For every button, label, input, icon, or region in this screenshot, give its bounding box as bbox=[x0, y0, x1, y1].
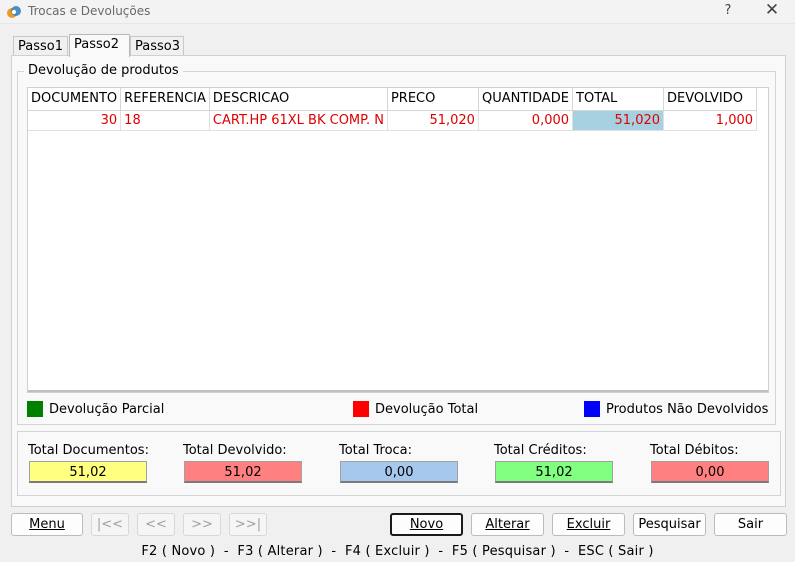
cell-devolvido[interactable]: 1,000 bbox=[663, 110, 758, 131]
col-header-preco[interactable]: PRECO bbox=[387, 88, 479, 111]
table-row[interactable]: 30 18 CART.HP 61XL BK COMP. N 51,020 0,0… bbox=[28, 110, 758, 131]
total-documentos-label: Total Documentos: bbox=[28, 443, 149, 458]
legend-label: Produtos Não Devolvidos bbox=[606, 402, 769, 417]
window-title: Trocas e Devoluções bbox=[28, 4, 151, 18]
tab-panel: Devolução de produtos DOCUMENTO REFERENC… bbox=[11, 55, 786, 507]
tab-passo3[interactable]: Passo3 bbox=[130, 36, 184, 56]
total-troca-value: 0,00 bbox=[340, 461, 458, 483]
app-logo-icon bbox=[7, 6, 21, 18]
sair-button[interactable]: Sair bbox=[714, 513, 787, 536]
menu-button[interactable]: Menu bbox=[11, 513, 83, 536]
col-header-descricao[interactable]: DESCRICAO bbox=[209, 88, 388, 111]
blue-swatch bbox=[584, 401, 600, 417]
alterar-button-label: Alterar bbox=[485, 517, 530, 532]
cell-documento[interactable]: 30 bbox=[28, 110, 122, 131]
cell-preco[interactable]: 51,020 bbox=[387, 110, 479, 131]
legend-label: Devolução Total bbox=[375, 402, 479, 417]
close-icon[interactable]: ✕ bbox=[762, 0, 782, 20]
cell-descricao[interactable]: CART.HP 61XL BK COMP. N bbox=[209, 110, 388, 131]
total-devolvido-value: 51,02 bbox=[184, 461, 302, 483]
totals-group: Total Documentos: 51,02 Total Devolvido:… bbox=[17, 431, 781, 496]
total-creditos-label: Total Créditos: bbox=[494, 443, 587, 458]
total-troca-label: Total Troca: bbox=[339, 443, 413, 458]
total-creditos-value: 51,02 bbox=[495, 461, 613, 483]
first-record-button[interactable]: |<< bbox=[91, 513, 129, 536]
menu-button-label: Menu bbox=[29, 517, 65, 532]
green-swatch bbox=[27, 401, 43, 417]
grid-bottom-edge bbox=[28, 390, 768, 392]
novo-button-label: Novo bbox=[409, 517, 444, 532]
excluir-button[interactable]: Excluir bbox=[552, 513, 625, 536]
devolucao-legend: Devolução de produtos bbox=[24, 63, 183, 78]
red-swatch bbox=[353, 401, 369, 417]
col-header-devolvido[interactable]: DEVOLVIDO bbox=[663, 88, 758, 111]
help-button[interactable]: ? bbox=[718, 3, 738, 18]
cell-referencia[interactable]: 18 bbox=[120, 110, 210, 131]
cell-quantidade[interactable]: 0,000 bbox=[478, 110, 574, 131]
col-header-quantidade[interactable]: QUANTIDADE bbox=[478, 88, 574, 111]
excluir-button-label: Excluir bbox=[566, 517, 611, 532]
title-bar: Trocas e Devoluções ? ✕ bbox=[0, 0, 795, 24]
last-record-button[interactable]: >>| bbox=[229, 513, 267, 536]
next-record-button[interactable]: >> bbox=[183, 513, 221, 536]
total-debitos-label: Total Débitos: bbox=[650, 443, 739, 458]
total-debitos-value: 0,00 bbox=[651, 461, 769, 483]
previous-record-button[interactable]: << bbox=[137, 513, 175, 536]
total-devolvido-label: Total Devolvido: bbox=[183, 443, 287, 458]
tab-passo2[interactable]: Passo2 bbox=[69, 34, 130, 57]
total-documentos-value: 51,02 bbox=[29, 461, 147, 483]
pesquisar-button[interactable]: Pesquisar bbox=[633, 513, 706, 536]
col-header-referencia[interactable]: REFERENCIA bbox=[120, 88, 210, 111]
col-header-total[interactable]: TOTAL bbox=[572, 88, 665, 111]
products-grid[interactable]: DOCUMENTO REFERENCIA DESCRICAO PRECO QUA… bbox=[27, 87, 769, 393]
cell-total[interactable]: 51,020 bbox=[572, 110, 665, 131]
novo-button[interactable]: Novo bbox=[390, 513, 463, 536]
tab-passo1[interactable]: Passo1 bbox=[13, 36, 68, 56]
col-header-documento[interactable]: DOCUMENTO bbox=[28, 88, 122, 111]
alterar-button[interactable]: Alterar bbox=[471, 513, 544, 536]
legend-label: Devolução Parcial bbox=[49, 402, 165, 417]
shortcut-status-bar: F2 ( Novo ) - F3 ( Alterar ) - F4 ( Excl… bbox=[141, 544, 654, 559]
grid-header-row: DOCUMENTO REFERENCIA DESCRICAO PRECO QUA… bbox=[28, 88, 758, 111]
